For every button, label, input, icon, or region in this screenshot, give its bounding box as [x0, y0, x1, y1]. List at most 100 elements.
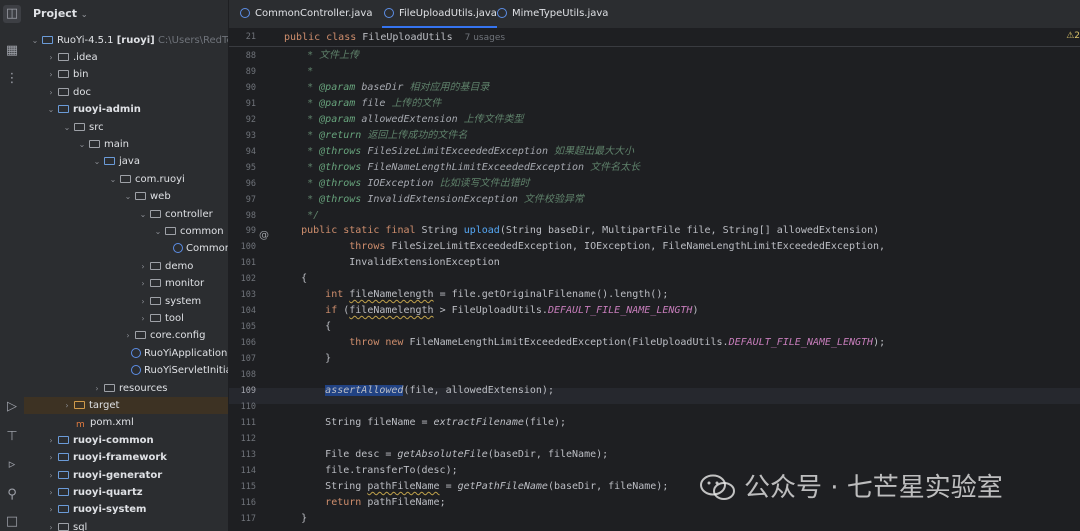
- line-number: 106: [240, 338, 256, 348]
- tree-item-controller[interactable]: ⌄ controller: [24, 206, 228, 223]
- chevron-right-icon[interactable]: ›: [138, 293, 148, 310]
- tree-item-core-config[interactable]: › core.config: [24, 327, 228, 344]
- package-icon: [135, 192, 146, 200]
- tree-item-com-ruoyi[interactable]: ⌄ com.ruoyi: [24, 171, 228, 188]
- tree-item-common[interactable]: ⌄ common: [24, 223, 228, 240]
- package-icon: [150, 279, 161, 287]
- line-number: 88: [245, 51, 256, 61]
- warning-icon[interactable]: ⚠2: [1066, 31, 1080, 41]
- chevron-down-icon[interactable]: ⌄: [62, 119, 72, 136]
- run-icon[interactable]: ▷: [3, 398, 21, 416]
- chevron-down-icon[interactable]: ⌄: [30, 32, 40, 49]
- line-number: 89: [245, 67, 256, 77]
- project-panel-header[interactable]: Project ⌄: [24, 0, 228, 28]
- search-icon[interactable]: ⚲: [3, 486, 21, 504]
- tree-item-resources[interactable]: › resources: [24, 380, 228, 397]
- line-number: 102: [240, 274, 256, 284]
- tree-item-web[interactable]: ⌄ web: [24, 188, 228, 205]
- class-icon: [131, 348, 141, 358]
- chevron-right-icon[interactable]: ›: [46, 501, 56, 518]
- line-number: 91: [245, 99, 256, 109]
- line-number: 113: [240, 450, 256, 460]
- tree-item-ruoyi-admin[interactable]: ⌄ ruoyi-admin: [24, 101, 228, 118]
- tree-item-doc[interactable]: › doc: [24, 84, 228, 101]
- chevron-right-icon[interactable]: ›: [46, 49, 56, 66]
- tree-item-java[interactable]: ⌄ java: [24, 153, 228, 170]
- chevron-right-icon[interactable]: ›: [46, 519, 56, 531]
- tree-item-monitor[interactable]: › monitor: [24, 275, 228, 292]
- tree-item-ruoyi-quartz[interactable]: › ruoyi-quartz: [24, 484, 228, 501]
- tree-item-ruoyiapplication[interactable]: RuoYiApplication: [24, 345, 228, 362]
- tree-item-ruoyiservletinitializer[interactable]: RuoYiServletInitializ: [24, 362, 228, 379]
- line-number: 115: [240, 482, 256, 492]
- tree-item-label: doc: [73, 87, 91, 98]
- tree-item-sql[interactable]: › sql: [24, 519, 228, 531]
- tree-item-ruoyi-framework[interactable]: › ruoyi-framework: [24, 449, 228, 466]
- structure-icon[interactable]: ▦: [3, 42, 21, 60]
- tree-item-commoncontroller[interactable]: CommonC: [24, 240, 228, 257]
- build-icon[interactable]: ⊤: [3, 428, 21, 446]
- code-line: assertAllowed(file, allowedExtension);: [325, 385, 554, 396]
- chevron-down-icon[interactable]: ⌄: [77, 136, 87, 153]
- tab-fileuploadutils[interactable]: FileUploadUtils.java: [382, 0, 497, 28]
- module-icon: [58, 471, 69, 479]
- tab-label: CommonController.java: [255, 8, 373, 19]
- chevron-right-icon[interactable]: ›: [123, 327, 133, 344]
- tree-item-tool[interactable]: › tool: [24, 310, 228, 327]
- tree-item-ruoyi-system[interactable]: › ruoyi-system: [24, 501, 228, 518]
- tree-item-label: system: [165, 296, 202, 307]
- chevron-right-icon[interactable]: ›: [92, 380, 102, 397]
- tree-item-demo[interactable]: › demo: [24, 258, 228, 275]
- folder-icon[interactable]: ◫: [3, 5, 21, 23]
- chevron-down-icon[interactable]: ⌄: [138, 206, 148, 223]
- tree-item-pom[interactable]: m pom.xml: [24, 414, 228, 431]
- chevron-right-icon[interactable]: ›: [46, 66, 56, 83]
- line-number: 117: [240, 514, 256, 524]
- chevron-down-icon[interactable]: ⌄: [46, 101, 56, 118]
- chevron-down-icon[interactable]: ⌄: [123, 188, 133, 205]
- line-number: 105: [240, 322, 256, 332]
- tree-root-path: C:\Users\RedTeam: [157, 35, 228, 46]
- sticky-code: public class FileUploadUtils 7 usages: [284, 32, 506, 43]
- chevron-right-icon[interactable]: ›: [46, 449, 56, 466]
- tree-item-target[interactable]: › target: [24, 397, 228, 414]
- code-line: * @param baseDir 相对应用的基目录: [277, 82, 490, 93]
- folder-icon: [58, 70, 69, 78]
- chevron-right-icon[interactable]: ›: [46, 484, 56, 501]
- code-line: * @param file 上传的文件: [277, 98, 442, 109]
- chevron-right-icon[interactable]: ›: [62, 397, 72, 414]
- code-line: * @throws InvalidExtensionException 文件校验…: [277, 194, 584, 205]
- tree-item-bin[interactable]: › bin: [24, 66, 228, 83]
- line-number: 99: [245, 226, 256, 236]
- sticky-class-name: FileUploadUtils: [362, 32, 453, 43]
- debug-icon[interactable]: ▹: [3, 456, 21, 474]
- chevron-right-icon[interactable]: ›: [138, 258, 148, 275]
- tree-root[interactable]: ⌄ RuoYi-4.5.1 [ruoyi] C:\Users\RedTeam: [24, 32, 228, 49]
- tree-item-label: core.config: [150, 330, 206, 341]
- sticky-header[interactable]: 21 public class FileUploadUtils 7 usages…: [229, 29, 1080, 47]
- tree-item-src[interactable]: ⌄ src: [24, 119, 228, 136]
- tree-item-idea[interactable]: › .idea: [24, 49, 228, 66]
- chevron-right-icon[interactable]: ›: [46, 432, 56, 449]
- tab-commoncontroller[interactable]: CommonController.java: [238, 0, 372, 28]
- tab-mimetypeutils[interactable]: MimeTypeUtils.java: [495, 0, 608, 28]
- chevron-down-icon[interactable]: ⌄: [92, 153, 102, 170]
- chevron-right-icon[interactable]: ›: [46, 84, 56, 101]
- tree-item-ruoyi-common[interactable]: › ruoyi-common: [24, 432, 228, 449]
- code-editor[interactable]: @ 88 * 文件上传 89 * 90 * @param baseDir 相对应用的…: [229, 29, 1080, 531]
- chevron-right-icon[interactable]: ›: [138, 275, 148, 292]
- code-line: return pathFileName;: [325, 497, 446, 508]
- chevron-down-icon[interactable]: ⌄: [108, 171, 118, 188]
- chevron-down-icon[interactable]: ⌄: [81, 10, 88, 19]
- more-icon[interactable]: ⋮: [3, 70, 21, 88]
- tree-item-main[interactable]: ⌄ main: [24, 136, 228, 153]
- tree-item-system[interactable]: › system: [24, 293, 228, 310]
- chevron-down-icon[interactable]: ⌄: [153, 223, 163, 240]
- chevron-right-icon[interactable]: ›: [46, 467, 56, 484]
- tree-item-label: bin: [73, 69, 89, 80]
- terminal-icon[interactable]: □: [3, 513, 21, 531]
- chevron-right-icon[interactable]: ›: [138, 310, 148, 327]
- annotation-icon[interactable]: @: [259, 230, 269, 241]
- tab-label: FileUploadUtils.java: [399, 8, 497, 19]
- tree-item-ruoyi-generator[interactable]: › ruoyi-generator: [24, 467, 228, 484]
